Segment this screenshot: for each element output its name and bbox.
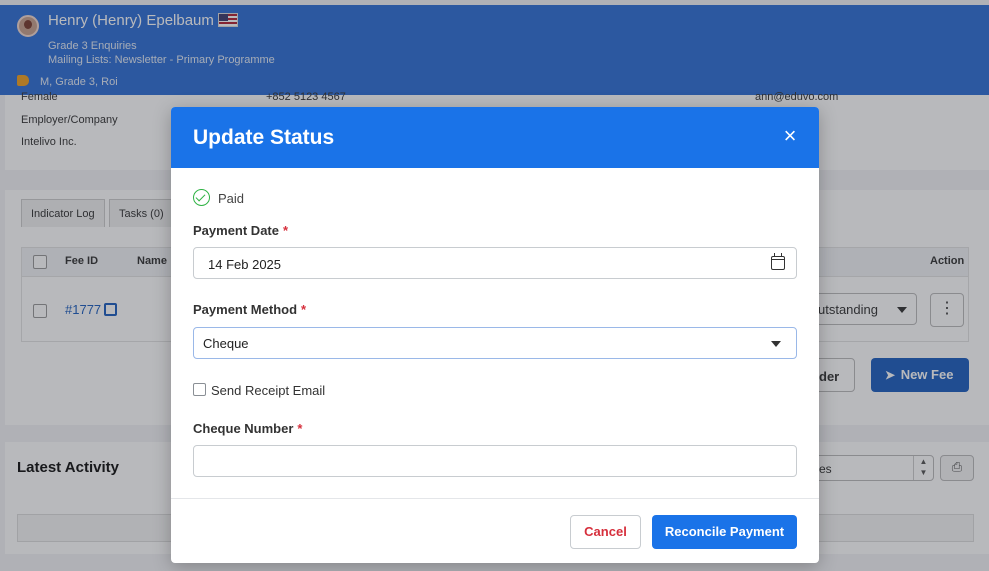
calendar-icon[interactable] [771,253,785,270]
chevron-down-icon [771,341,781,347]
modal-header: Update Status × [171,107,819,168]
update-status-modal: Update Status × Paid Payment Date * 14 Fe… [171,107,819,563]
send-receipt-label[interactable]: Send Receipt Email [211,383,325,398]
payment-method-label: Payment Method * [193,302,306,317]
payment-date-value: 14 Feb 2025 [208,257,282,272]
check-circle-icon [193,189,210,206]
cheque-number-label: Cheque Number * [193,421,302,436]
cheque-number-label-text: Cheque Number [193,421,294,436]
required-marker: * [282,223,289,238]
payment-method-select[interactable]: Cheque [193,327,797,359]
payment-method-label-text: Payment Method [193,302,298,317]
send-receipt-checkbox[interactable] [193,383,206,396]
payment-date-input[interactable]: 14 Feb 2025 [193,247,797,279]
reconcile-payment-button[interactable]: Reconcile Payment [652,515,797,549]
payment-method-value: Cheque [203,336,249,351]
status-label: Paid [218,191,245,206]
modal-title: Update Status [193,126,335,149]
close-icon[interactable]: × [778,125,802,149]
required-marker: * [301,302,307,317]
cancel-button[interactable]: Cancel [570,515,641,549]
payment-date-label-text: Payment Date [193,223,279,238]
modal-footer-divider [171,498,819,499]
cheque-number-input[interactable] [193,445,797,477]
payment-date-label: Payment Date * [193,223,288,238]
required-marker: * [297,421,303,436]
